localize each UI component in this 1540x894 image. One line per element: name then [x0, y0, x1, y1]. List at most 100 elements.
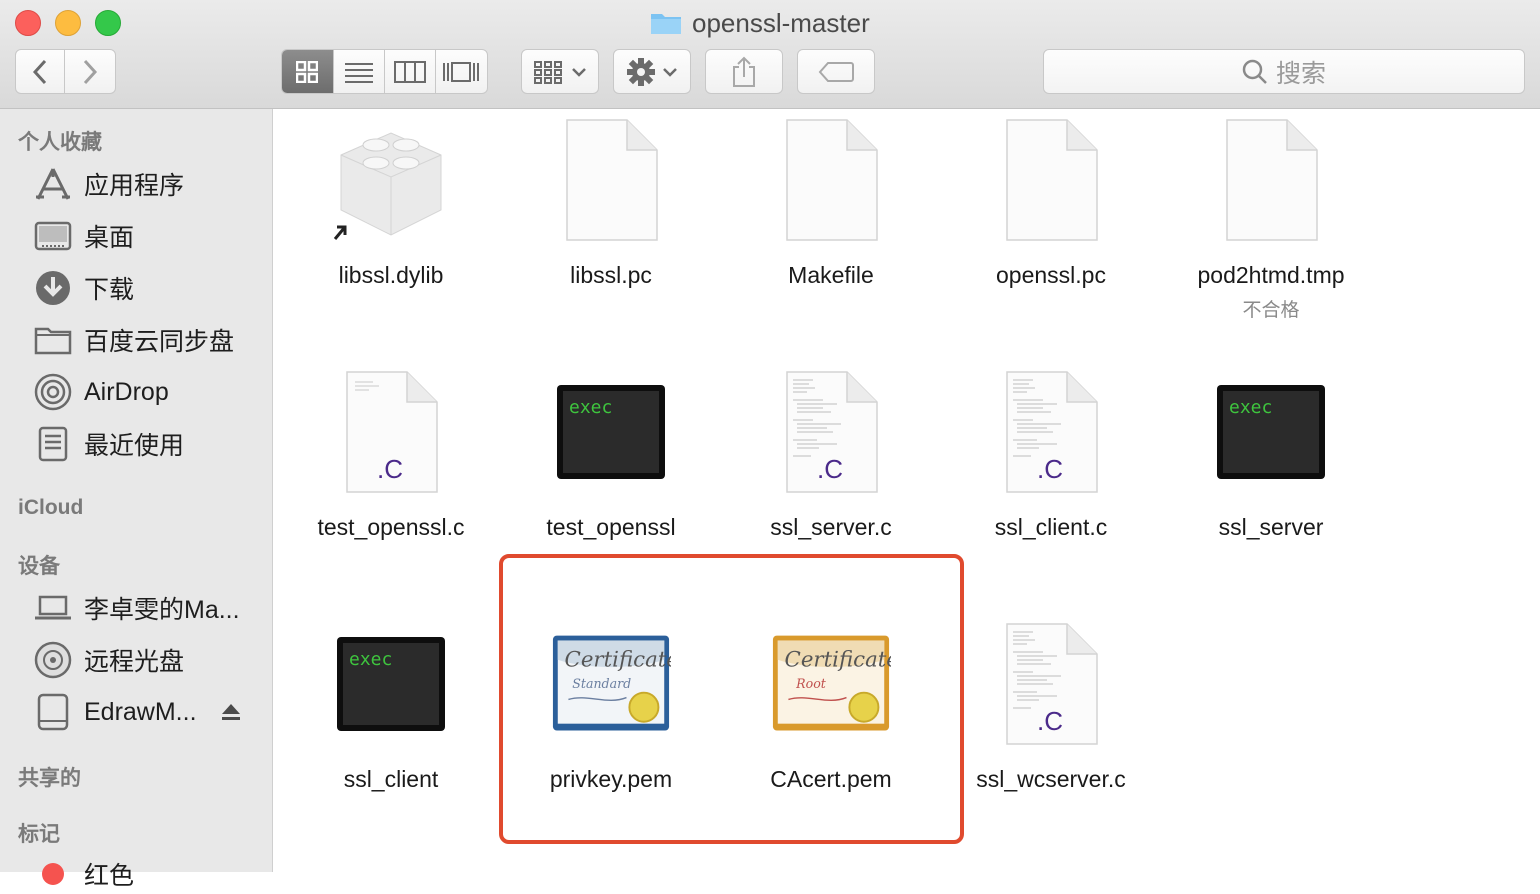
chevron-down-icon [663, 67, 677, 77]
blank-document-icon [991, 115, 1111, 245]
sidebar-item-remote-disc[interactable]: 远程光盘 [34, 640, 269, 680]
file-item-ssl-server-c[interactable]: .C ssl_server.c [721, 367, 941, 557]
search-icon [1242, 59, 1267, 84]
file-name: ssl_server [1218, 514, 1324, 540]
sidebar-item-label: 百度云同步盘 [84, 328, 235, 356]
sidebar-item-label: AirDrop [84, 377, 169, 406]
group-grid-icon [534, 60, 562, 84]
sidebar-heading-devices: 设备 [18, 555, 60, 578]
folder-icon [650, 11, 682, 35]
chevron-left-icon [32, 59, 47, 84]
column-view-button[interactable] [385, 50, 436, 93]
file-item-pod2htmd-tmp[interactable]: pod2htmd.tmp 不合格 [1161, 115, 1381, 325]
svg-text:exec: exec [349, 649, 392, 670]
file-name: openssl.pc [996, 262, 1106, 288]
c-source-icon: .C [771, 367, 891, 497]
sidebar-item-baidu-folder[interactable]: 百度云同步盘 [34, 320, 269, 360]
sidebar-item-red-tag[interactable]: 红色 [34, 854, 269, 894]
laptop-icon [34, 589, 72, 627]
chevron-right-icon [83, 59, 98, 84]
svg-text:.C: .C [377, 454, 403, 484]
file-subtitle: 不合格 [1242, 300, 1300, 321]
file-name: ssl_wcserver.c [976, 766, 1126, 792]
sidebar-item-airdrop[interactable]: AirDrop [34, 372, 269, 412]
action-button[interactable] [613, 49, 691, 94]
svg-text:.C: .C [1037, 454, 1063, 484]
share-button[interactable] [705, 49, 783, 94]
sidebar-heading-shared: 共享的 [18, 767, 81, 790]
svg-text:.C: .C [817, 454, 843, 484]
exec-icon: exec [551, 367, 671, 497]
sidebar-item-label: 远程光盘 [84, 648, 185, 676]
file-item-openssl-pc[interactable]: openssl.pc [941, 115, 1161, 325]
back-button[interactable] [16, 50, 66, 93]
svg-text:exec: exec [1229, 397, 1272, 418]
sidebar-item-label: 最近使用 [84, 432, 185, 460]
file-item-ssl-server[interactable]: exec ssl_server [1161, 367, 1381, 557]
red-tag-icon [34, 855, 72, 893]
c-source-icon: .C [991, 619, 1111, 749]
sidebar-item-downloads[interactable]: 下载 [34, 268, 269, 308]
file-item-makefile[interactable]: Makefile [721, 115, 941, 325]
icon-grid-icon [296, 60, 319, 83]
file-item-libssl-pc[interactable]: libssl.pc [501, 115, 721, 325]
blank-document-icon [771, 115, 891, 245]
sidebar-item-label: 李卓雯的Ma... [84, 596, 240, 624]
eject-icon[interactable] [221, 702, 241, 722]
window-title: openssl-master [650, 6, 870, 40]
downloads-icon [34, 269, 72, 307]
c-source-icon: .C [331, 367, 451, 497]
file-item-libssl-dylib[interactable]: libssl.dylib [281, 115, 501, 325]
sidebar-item-applications[interactable]: 应用程序 [34, 164, 269, 204]
file-name: test_openssl.c [317, 514, 465, 540]
group-button[interactable] [521, 49, 599, 94]
list-view-button[interactable] [334, 50, 385, 93]
file-item-ssl-wcserver-c[interactable]: .C ssl_wcserver.c [941, 619, 1161, 809]
file-name: ssl_client [343, 766, 439, 792]
file-name: ssl_client.c [994, 514, 1108, 540]
coverflow-icon [443, 61, 480, 82]
close-window-button[interactable] [15, 10, 41, 36]
svg-text:.C: .C [1037, 706, 1063, 736]
sidebar-item-label: 桌面 [84, 224, 135, 252]
sidebar-item-edraw-volume[interactable]: EdrawM... [34, 692, 269, 732]
file-name: test_openssl [546, 514, 676, 540]
icon-view-button[interactable] [282, 50, 334, 93]
window-title-text: openssl-master [692, 7, 870, 38]
file-item-test-openssl[interactable]: exec test_openssl [501, 367, 721, 557]
sidebar-heading-tags: 标记 [18, 823, 60, 846]
highlight-box [499, 554, 964, 844]
sidebar-item-recents[interactable]: 最近使用 [34, 424, 269, 464]
sidebar-item-desktop[interactable]: 桌面 [34, 216, 269, 256]
file-name: libssl.dylib [338, 262, 444, 288]
chevron-down-icon [572, 67, 586, 77]
file-item-test-openssl-c[interactable]: .C test_openssl.c [281, 367, 501, 557]
search-placeholder: 搜索 [1275, 59, 1326, 88]
file-name: libssl.pc [570, 262, 652, 288]
blank-document-icon [1211, 115, 1331, 245]
tag-icon [818, 61, 854, 82]
forward-button[interactable] [65, 50, 115, 93]
view-mode-control [281, 49, 488, 94]
share-icon [733, 56, 755, 87]
search-field[interactable]: 搜索 [1043, 49, 1525, 94]
file-item-ssl-client-c[interactable]: .C ssl_client.c [941, 367, 1161, 557]
gear-icon [627, 57, 655, 86]
airdrop-icon [34, 373, 72, 411]
file-item-ssl-client[interactable]: exec ssl_client [281, 619, 501, 809]
sidebar-item-label: 应用程序 [84, 172, 185, 200]
dylib-icon [331, 115, 451, 245]
gallery-view-button[interactable] [436, 50, 487, 93]
exec-icon: exec [1211, 367, 1331, 497]
minimize-window-button[interactable] [55, 10, 81, 36]
file-name: ssl_server.c [770, 514, 892, 540]
tags-button[interactable] [797, 49, 875, 94]
file-name: Makefile [788, 262, 874, 288]
c-source-icon: .C [991, 367, 1111, 497]
zoom-window-button[interactable] [95, 10, 121, 36]
blank-document-icon [551, 115, 671, 245]
recents-icon [34, 425, 72, 463]
nav-buttons [15, 49, 116, 94]
sidebar-heading-icloud[interactable]: iCloud [18, 496, 83, 520]
sidebar-item-macbook[interactable]: 李卓雯的Ma... [34, 588, 269, 628]
